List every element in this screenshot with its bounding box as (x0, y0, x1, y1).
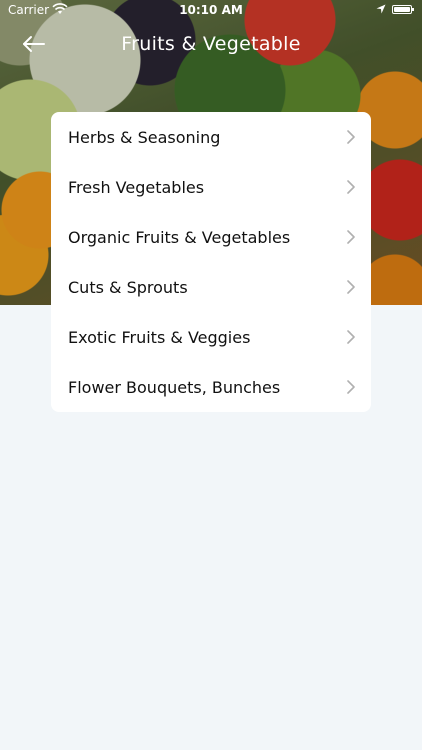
category-label: Herbs & Seasoning (68, 127, 221, 147)
category-list: Herbs & Seasoning Fresh Vegetables Organ… (51, 112, 371, 412)
category-label: Fresh Vegetables (68, 177, 205, 197)
category-item-exotic-fruits-veggies[interactable]: Exotic Fruits & Veggies (51, 312, 371, 362)
back-button[interactable] (18, 30, 50, 58)
category-label: Organic Fruits & Vegetables (68, 227, 291, 247)
category-item-flower-bouquets-bunches[interactable]: Flower Bouquets, Bunches (51, 362, 371, 412)
chevron-right-icon (347, 130, 355, 144)
arrow-left-icon (23, 36, 45, 52)
chevron-right-icon (347, 330, 355, 344)
category-item-fresh-vegetables[interactable]: Fresh Vegetables (51, 162, 371, 212)
location-arrow-icon (376, 4, 386, 14)
page-title: Fruits & Vegetable (121, 33, 301, 55)
category-item-cuts-sprouts[interactable]: Cuts & Sprouts (51, 262, 371, 312)
category-label: Exotic Fruits & Veggies (68, 327, 251, 347)
battery-icon (392, 5, 414, 14)
chevron-right-icon (347, 230, 355, 244)
chevron-right-icon (347, 280, 355, 294)
category-item-organic-fruits-vegetables[interactable]: Organic Fruits & Vegetables (51, 212, 371, 262)
category-label: Flower Bouquets, Bunches (68, 377, 281, 397)
chevron-right-icon (347, 380, 355, 394)
status-bar: Carrier 10:10 AM (0, 0, 422, 22)
status-time: 10:10 AM (179, 3, 243, 17)
category-item-herbs-seasoning[interactable]: Herbs & Seasoning (51, 112, 371, 162)
chevron-right-icon (347, 180, 355, 194)
category-label: Cuts & Sprouts (68, 277, 188, 297)
